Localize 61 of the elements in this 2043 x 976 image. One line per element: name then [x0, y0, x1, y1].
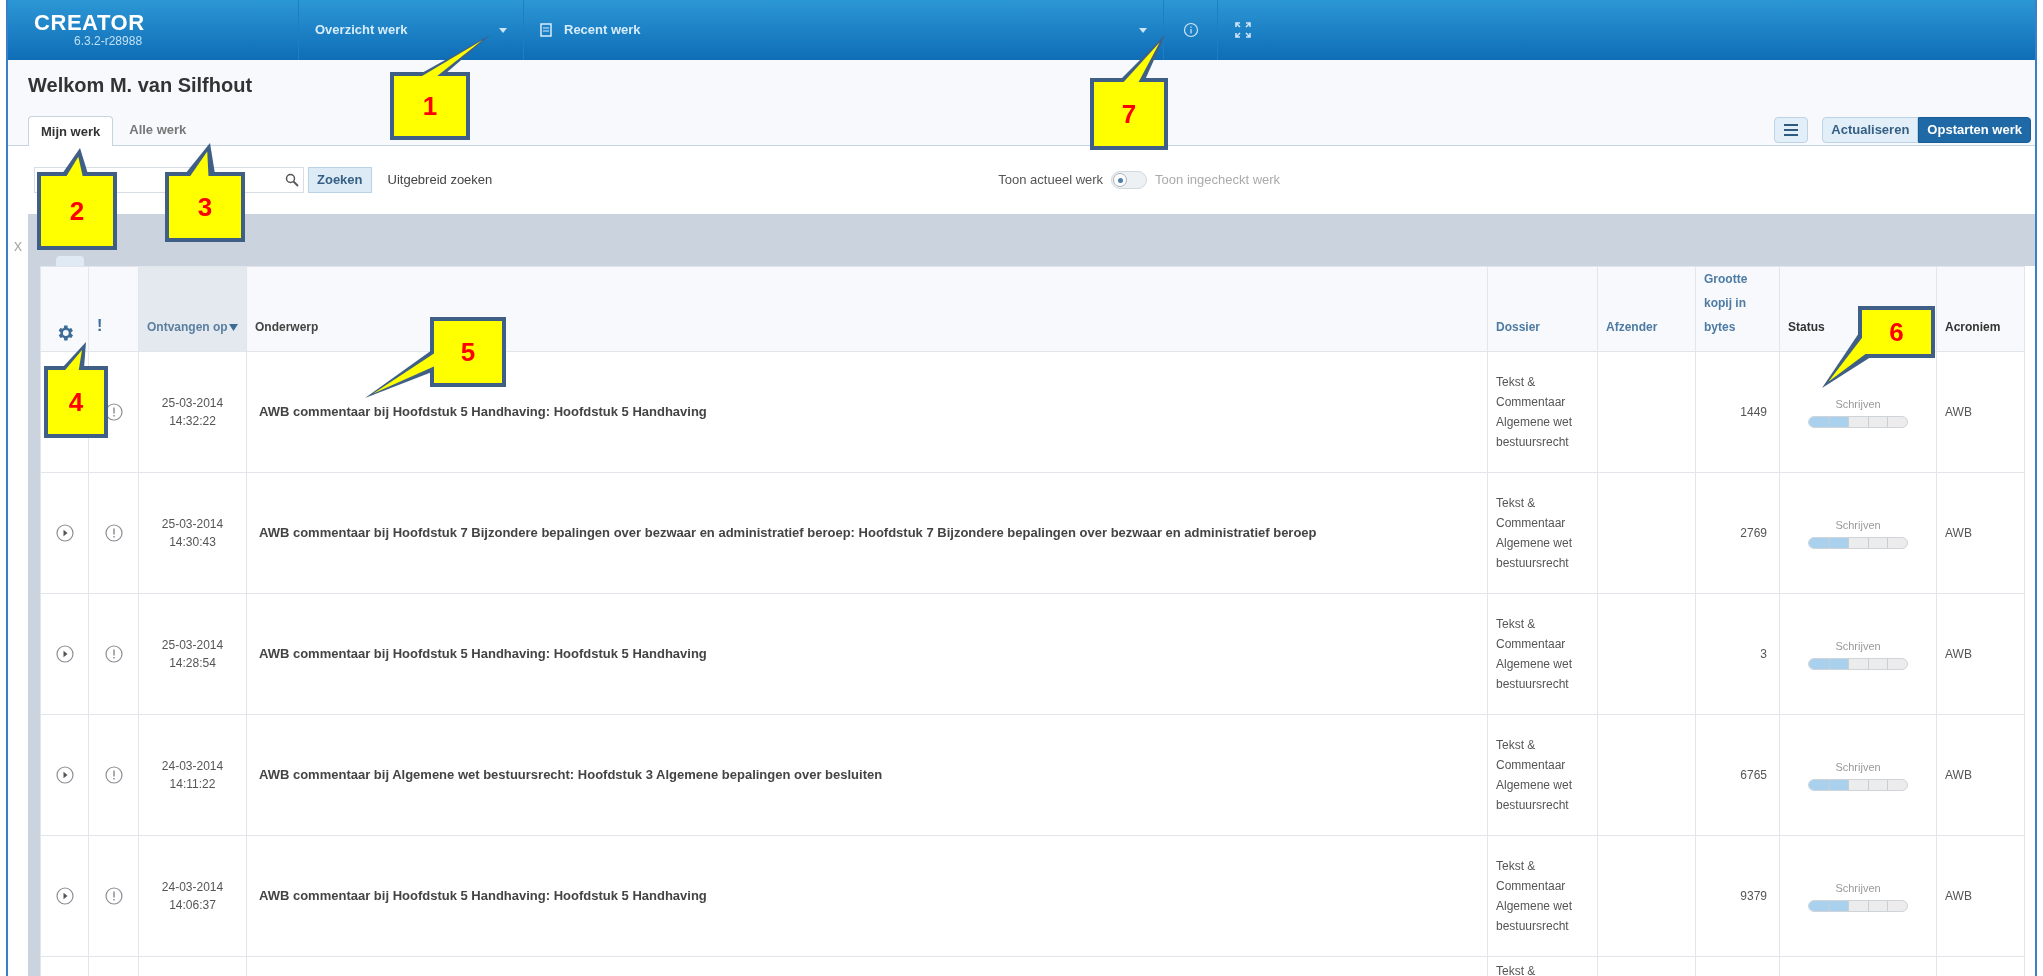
toggle-label: Toon actueel werk — [998, 171, 1104, 190]
subject-text[interactable]: AWB commentaar bij Hoofdstuk 5 Handhaving: Hoofdstuk 5 Handhaving — [259, 404, 707, 420]
callout-number: 4 — [68, 387, 84, 417]
logo: CREATOR — [34, 12, 146, 34]
subject-text[interactable]: AWB commentaar bij Algemene wet bestuursrecht: Hoofdstuk 3 Algemene bepalingen over besluiten — [259, 767, 883, 783]
subject-text[interactable]: AWB commentaar bij Hoofdstuk 7 Bijzondere bepalingen over bezwaar en administratief beroep: Hoofdstuk 7 Bijzondere bepalingen over bezwaar en administratief beroep — [259, 525, 1317, 541]
time-text: 14:32:22 — [168, 413, 217, 430]
callout-number: 3 — [197, 192, 213, 222]
acronym-text: AWB — [1945, 526, 1972, 540]
time-text: 14:30:43 — [168, 534, 217, 551]
size-text: 1449 — [1740, 405, 1767, 419]
callout-number: 6 — [1889, 317, 1904, 347]
column-header[interactable]: ! — [97, 314, 103, 338]
date-text: 24-03-2014 — [160, 758, 225, 775]
acronym-text: AWB — [1945, 889, 1972, 903]
subject-text[interactable]: AWB commentaar bij Hoofdstuk 5 Handhaving: Hoofdstuk 5 Handhaving — [259, 646, 707, 662]
toggle-label: Toon ingecheckt werk — [1155, 171, 1281, 190]
acronym-text: AWB — [1945, 405, 1972, 419]
callout-number: 5 — [460, 337, 476, 367]
column-header[interactable]: Acroniem — [1945, 315, 2001, 339]
callout-number: 1 — [422, 91, 438, 121]
tab[interactable]: Alle werk — [117, 115, 199, 145]
time-text: 14:06:37 — [168, 897, 217, 914]
dossier-text: Tekst & — [1496, 964, 1536, 976]
start-button[interactable]: Opstarten werk — [1918, 117, 2031, 143]
column-header[interactable]: Ontvangen op — [138, 266, 247, 352]
acronym-text: AWB — [1945, 647, 1972, 661]
dossier-text: Tekst & Commentaar Algemene wet bestuursrecht — [1496, 859, 1573, 933]
welcome-title: Welkom M. van Silfhout — [28, 73, 253, 98]
date-text: 25-03-2014 — [160, 395, 225, 412]
date-text: 25-03-2014 — [160, 516, 225, 533]
dossier-text: Tekst & Commentaar Algemene wet bestuursrecht — [1496, 375, 1573, 449]
status-label: Schrijven — [1834, 759, 1882, 775]
subject-text[interactable]: AWB commentaar bij Hoofdstuk 5 Handhaving: Hoofdstuk 5 Handhaving — [259, 888, 707, 904]
dossier-text: Tekst & Commentaar Algemene wet bestuursrecht — [1496, 496, 1573, 570]
status-label: Schrijven — [1834, 517, 1882, 533]
dossier-text: Tekst & Commentaar Algemene wet bestuursrecht — [1496, 738, 1573, 812]
dossier-text: Tekst & Commentaar Algemene wet bestuursrecht — [1496, 617, 1573, 691]
version-label: 6.3.2-r28988 — [73, 34, 144, 48]
search-button[interactable]: Zoeken — [308, 167, 372, 193]
column-header[interactable]: Onderwerp — [255, 315, 319, 339]
time-text: 14:28:54 — [168, 655, 217, 672]
date-text: 25-03-2014 — [160, 637, 225, 654]
actualize-button[interactable]: Actualiseren — [1822, 117, 1919, 143]
size-text: 9379 — [1740, 889, 1767, 903]
time-text: 14:11:22 — [168, 776, 217, 793]
tab[interactable]: Mijn werk — [28, 116, 114, 146]
date-text: 24-03-2014 — [160, 879, 225, 896]
status-label: Schrijven — [1834, 880, 1882, 896]
column-header[interactable]: Afzender — [1606, 315, 1658, 339]
column-header[interactable]: Status — [1788, 315, 1825, 339]
column-header[interactable]: Dossier — [1496, 315, 1541, 339]
size-text: 3 — [1760, 647, 1767, 661]
acronym-text: AWB — [1945, 768, 1972, 782]
callout-number: 2 — [69, 196, 85, 226]
size-text: 6765 — [1740, 768, 1767, 782]
status-label: Schrijven — [1834, 396, 1882, 412]
advanced-search-link[interactable]: Uitgebreid zoeken — [387, 170, 493, 190]
callout-number: 7 — [1121, 99, 1137, 129]
size-text: 2769 — [1740, 526, 1767, 540]
status-label: Schrijven — [1834, 638, 1882, 654]
